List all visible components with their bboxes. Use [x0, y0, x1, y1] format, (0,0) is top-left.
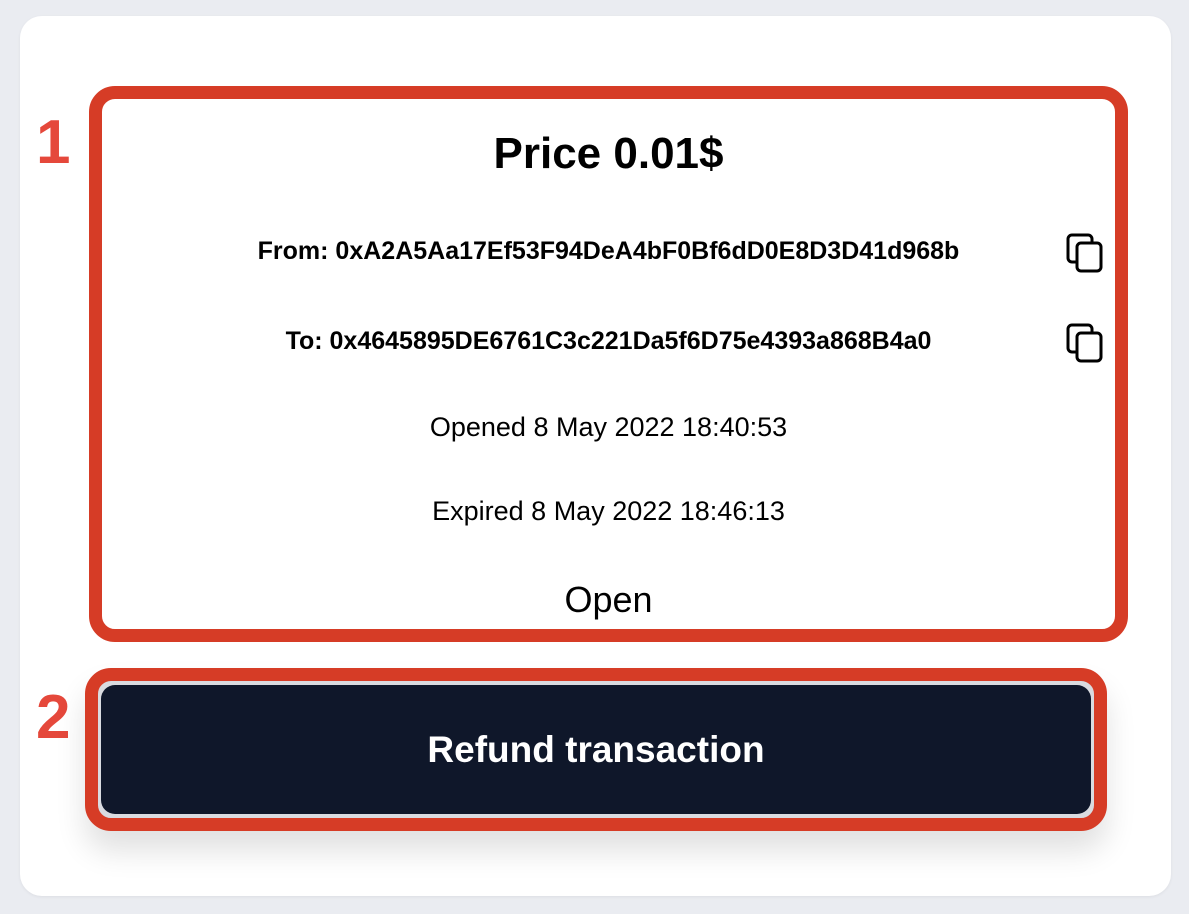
annotation-marker-2: 2 [36, 683, 71, 752]
refund-action-panel: Refund transaction [85, 668, 1107, 831]
status-label: Open [564, 579, 653, 620]
copy-icon[interactable] [1065, 232, 1105, 274]
from-address: From: 0xA2A5Aa17Ef53F94DeA4bF0Bf6dD0E8D3… [257, 237, 960, 265]
transaction-details-panel: Price 0.01$ From: 0xA2A5Aa17Ef53F94DeA4b… [89, 86, 1128, 642]
to-address: To: 0x4645895DE6761C3c221Da5f6D75e4393a8… [285, 327, 932, 355]
refund-transaction-button[interactable]: Refund transaction [101, 685, 1091, 814]
copy-icon[interactable] [1065, 322, 1105, 364]
opened-timestamp: Opened 8 May 2022 18:40:53 [429, 412, 788, 442]
expired-timestamp: Expired 8 May 2022 18:46:13 [432, 496, 785, 526]
price-heading: Price 0.01$ [493, 129, 724, 178]
annotation-marker-1: 1 [36, 108, 71, 177]
